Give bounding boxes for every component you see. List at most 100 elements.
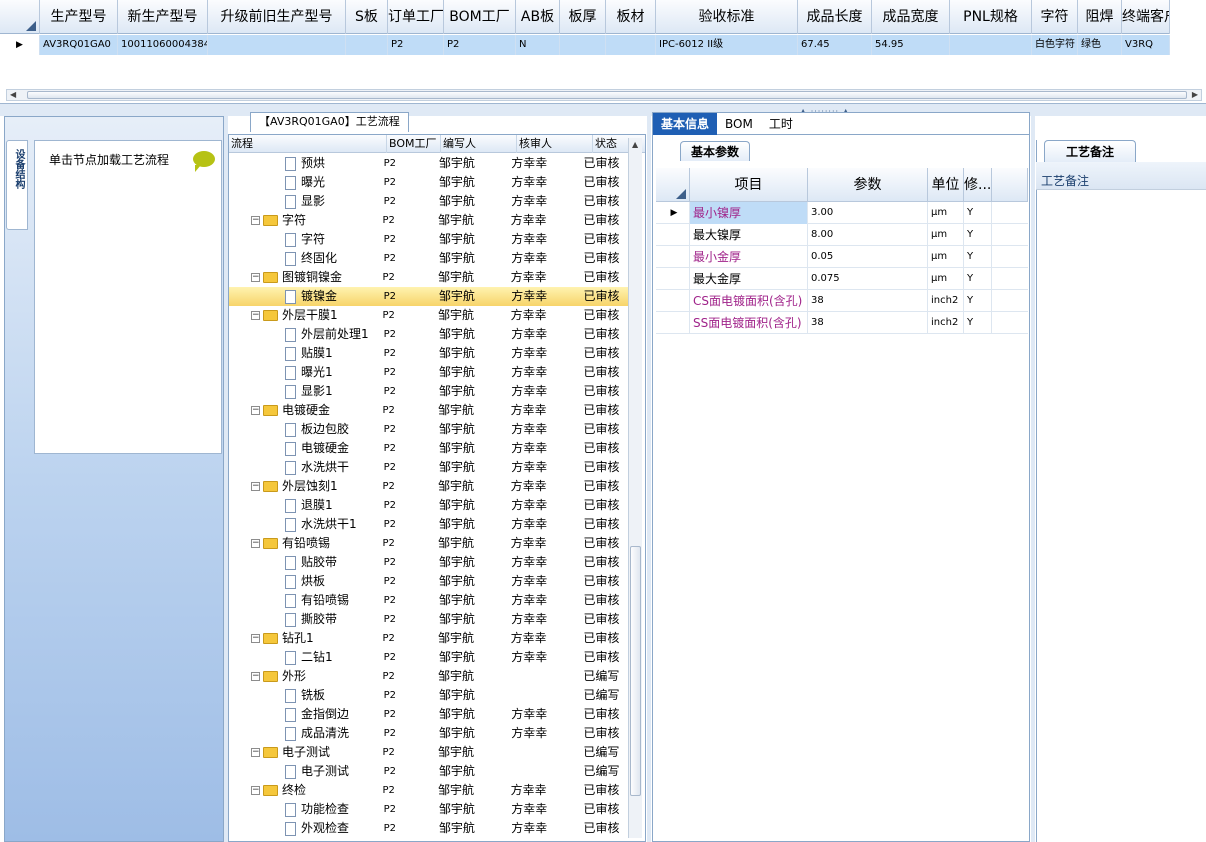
param-item[interactable]: 最小镍厚 [690, 202, 808, 224]
column-header[interactable]: 订单工厂 [388, 0, 444, 34]
tree-row[interactable]: − 外层蚀刻1 P2 邹宇航 方幸幸 已审核 [229, 477, 629, 496]
param-item[interactable]: CS面电镀面积(含孔) [690, 290, 808, 312]
tab-1[interactable]: BOM [717, 113, 761, 135]
tree-node[interactable]: 撕胶带 [229, 610, 382, 629]
tree-node[interactable]: 退膜1 [229, 496, 382, 515]
column-header[interactable]: 成品宽度 [872, 0, 950, 34]
tree-node[interactable]: − 图镀铜镍金 [229, 268, 380, 287]
vertical-scrollbar[interactable]: ▲ [628, 138, 642, 838]
param-value[interactable]: 0.075 [808, 268, 928, 290]
tree-node[interactable]: 电子测试 [229, 762, 382, 781]
tree-node[interactable]: − 终检 [229, 781, 380, 800]
tree-row[interactable]: 外观检查 P2 邹宇航 方幸幸 已审核 [229, 819, 629, 838]
tree-row[interactable]: − 图镀铜镍金 P2 邹宇航 方幸幸 已审核 [229, 268, 629, 287]
tree-row[interactable]: 二钻1 P2 邹宇航 方幸幸 已审核 [229, 648, 629, 667]
tree-row[interactable]: − 电镀硬金 P2 邹宇航 方幸幸 已审核 [229, 401, 629, 420]
column-header[interactable]: AB板 [516, 0, 560, 34]
tree-row[interactable]: − 外层干膜1 P2 邹宇航 方幸幸 已审核 [229, 306, 629, 325]
tree-node[interactable]: 功能检查 [229, 800, 382, 819]
tree-row[interactable]: 曝光1 P2 邹宇航 方幸幸 已审核 [229, 363, 629, 382]
tree-row[interactable]: 字符 P2 邹宇航 方幸幸 已审核 [229, 230, 629, 249]
params-row[interactable]: 最大镍厚 8.00 μm Y [656, 224, 1028, 246]
tree-node[interactable]: 预烘 [229, 154, 382, 173]
column-header[interactable]: 阻焊 [1078, 0, 1122, 34]
tree-row[interactable]: 曝光 P2 邹宇航 方幸幸 已审核 [229, 173, 629, 192]
tree-node[interactable]: 水洗烘干 [229, 458, 382, 477]
tree-row[interactable]: 显影 P2 邹宇航 方幸幸 已审核 [229, 192, 629, 211]
vertical-scrollbar-thumb[interactable] [630, 546, 641, 796]
scroll-left-icon[interactable]: ◀ [10, 90, 16, 100]
column-header[interactable]: 板材 [606, 0, 656, 34]
column-header[interactable]: PNL规格 [950, 0, 1032, 34]
tree-row[interactable]: 有铅喷锡 P2 邹宇航 方幸幸 已审核 [229, 591, 629, 610]
tree-node[interactable]: 贴胶带 [229, 553, 382, 572]
param-value[interactable]: 0.05 [808, 246, 928, 268]
tab-0[interactable]: 基本信息 [653, 113, 718, 135]
param-item[interactable]: 最小金厚 [690, 246, 808, 268]
params-row[interactable]: ▶ 最小镍厚 3.00 μm Y [656, 202, 1028, 224]
column-header[interactable]: 验收标准 [656, 0, 798, 34]
tree-row[interactable]: 外层前处理1 P2 邹宇航 方幸幸 已审核 [229, 325, 629, 344]
tree-row[interactable]: − 字符 P2 邹宇航 方幸幸 已审核 [229, 211, 629, 230]
tree-row[interactable]: 水洗烘干1 P2 邹宇航 方幸幸 已审核 [229, 515, 629, 534]
tree-node[interactable]: − 外形 [229, 667, 380, 686]
param-item[interactable]: 最大金厚 [690, 268, 808, 290]
tree-row[interactable]: − 终检 P2 邹宇航 方幸幸 已审核 [229, 781, 629, 800]
tree-row[interactable]: 撕胶带 P2 邹宇航 方幸幸 已审核 [229, 610, 629, 629]
params-row[interactable]: 最大金厚 0.075 μm Y [656, 268, 1028, 290]
grid-cell[interactable]: 白色字符 [1032, 35, 1078, 55]
collapse-icon[interactable]: − [251, 482, 260, 491]
params-column-header[interactable]: 参数 [808, 168, 928, 202]
row-indicator[interactable] [656, 290, 690, 312]
tree-row[interactable]: 电镀硬金 P2 邹宇航 方幸幸 已审核 [229, 439, 629, 458]
tree-column-header[interactable]: 编写人 [441, 135, 517, 153]
params-row[interactable]: 最小金厚 0.05 μm Y [656, 246, 1028, 268]
tree-node[interactable]: 铣板 [229, 686, 382, 705]
tree-node[interactable]: 电镀硬金 [229, 439, 382, 458]
column-header[interactable]: 成品长度 [798, 0, 872, 34]
params-column-header[interactable]: 修... [964, 168, 992, 202]
grid-cell[interactable]: AV3RQ01GA0 [40, 35, 118, 55]
column-header[interactable]: 升级前旧生产型号 [208, 0, 346, 34]
param-item[interactable]: SS面电镀面积(含孔) [690, 312, 808, 334]
column-header[interactable]: BOM工厂 [444, 0, 516, 34]
tree-node[interactable]: 金指倒边 [229, 705, 382, 724]
row-indicator[interactable]: ▶ [656, 202, 690, 224]
tree-column-header[interactable]: 流程 [229, 135, 387, 153]
params-row[interactable]: CS面电镀面积(含孔) 38 inch2 Y [656, 290, 1028, 312]
row-indicator[interactable] [656, 268, 690, 290]
tree-row[interactable]: 显影1 P2 邹宇航 方幸幸 已审核 [229, 382, 629, 401]
tree-node[interactable]: 显影 [229, 192, 382, 211]
tree-node[interactable]: 水洗烘干1 [229, 515, 382, 534]
collapse-icon[interactable]: − [251, 311, 260, 320]
grid-cell[interactable] [560, 35, 606, 55]
tree-node[interactable]: 曝光1 [229, 363, 382, 382]
scrollbar-thumb[interactable] [27, 91, 1187, 99]
param-item[interactable]: 最大镍厚 [690, 224, 808, 246]
param-value[interactable]: 8.00 [808, 224, 928, 246]
row-indicator[interactable] [656, 246, 690, 268]
tree-row[interactable]: 镀镍金 P2 邹宇航 方幸幸 已审核 [229, 287, 629, 306]
column-header[interactable]: 字符 [1032, 0, 1078, 34]
tree-row[interactable]: 烘板 P2 邹宇航 方幸幸 已审核 [229, 572, 629, 591]
tree-row[interactable]: 功能检查 P2 邹宇航 方幸幸 已审核 [229, 800, 629, 819]
tree-node[interactable]: 板边包胶 [229, 420, 382, 439]
collapse-icon[interactable]: − [251, 273, 260, 282]
tree-row[interactable]: 金指倒边 P2 邹宇航 方幸幸 已审核 [229, 705, 629, 724]
tree-row[interactable]: 电子测试 P2 邹宇航 已编写 [229, 762, 629, 781]
collapse-icon[interactable]: − [251, 634, 260, 643]
params-column-header[interactable]: 单位 [928, 168, 964, 202]
tree-node[interactable]: − 外层干膜1 [229, 306, 380, 325]
tree-column-header[interactable]: BOM工厂 [387, 135, 441, 153]
tree-node[interactable]: − 电镀硬金 [229, 401, 380, 420]
middle-splitter[interactable] [647, 116, 651, 842]
tree-node[interactable]: 成品清洗 [229, 724, 382, 743]
column-header[interactable]: 生产型号 [40, 0, 118, 34]
grid-cell[interactable]: P2 [444, 35, 516, 55]
tree-node[interactable]: 字符 [229, 230, 382, 249]
grid-cell[interactable]: P2 [388, 35, 444, 55]
param-value[interactable]: 38 [808, 290, 928, 312]
grid-cell[interactable]: 67.45 [798, 35, 872, 55]
tree-node[interactable]: 外观检查 [229, 819, 382, 838]
column-header[interactable]: 终端客户 [1122, 0, 1170, 34]
